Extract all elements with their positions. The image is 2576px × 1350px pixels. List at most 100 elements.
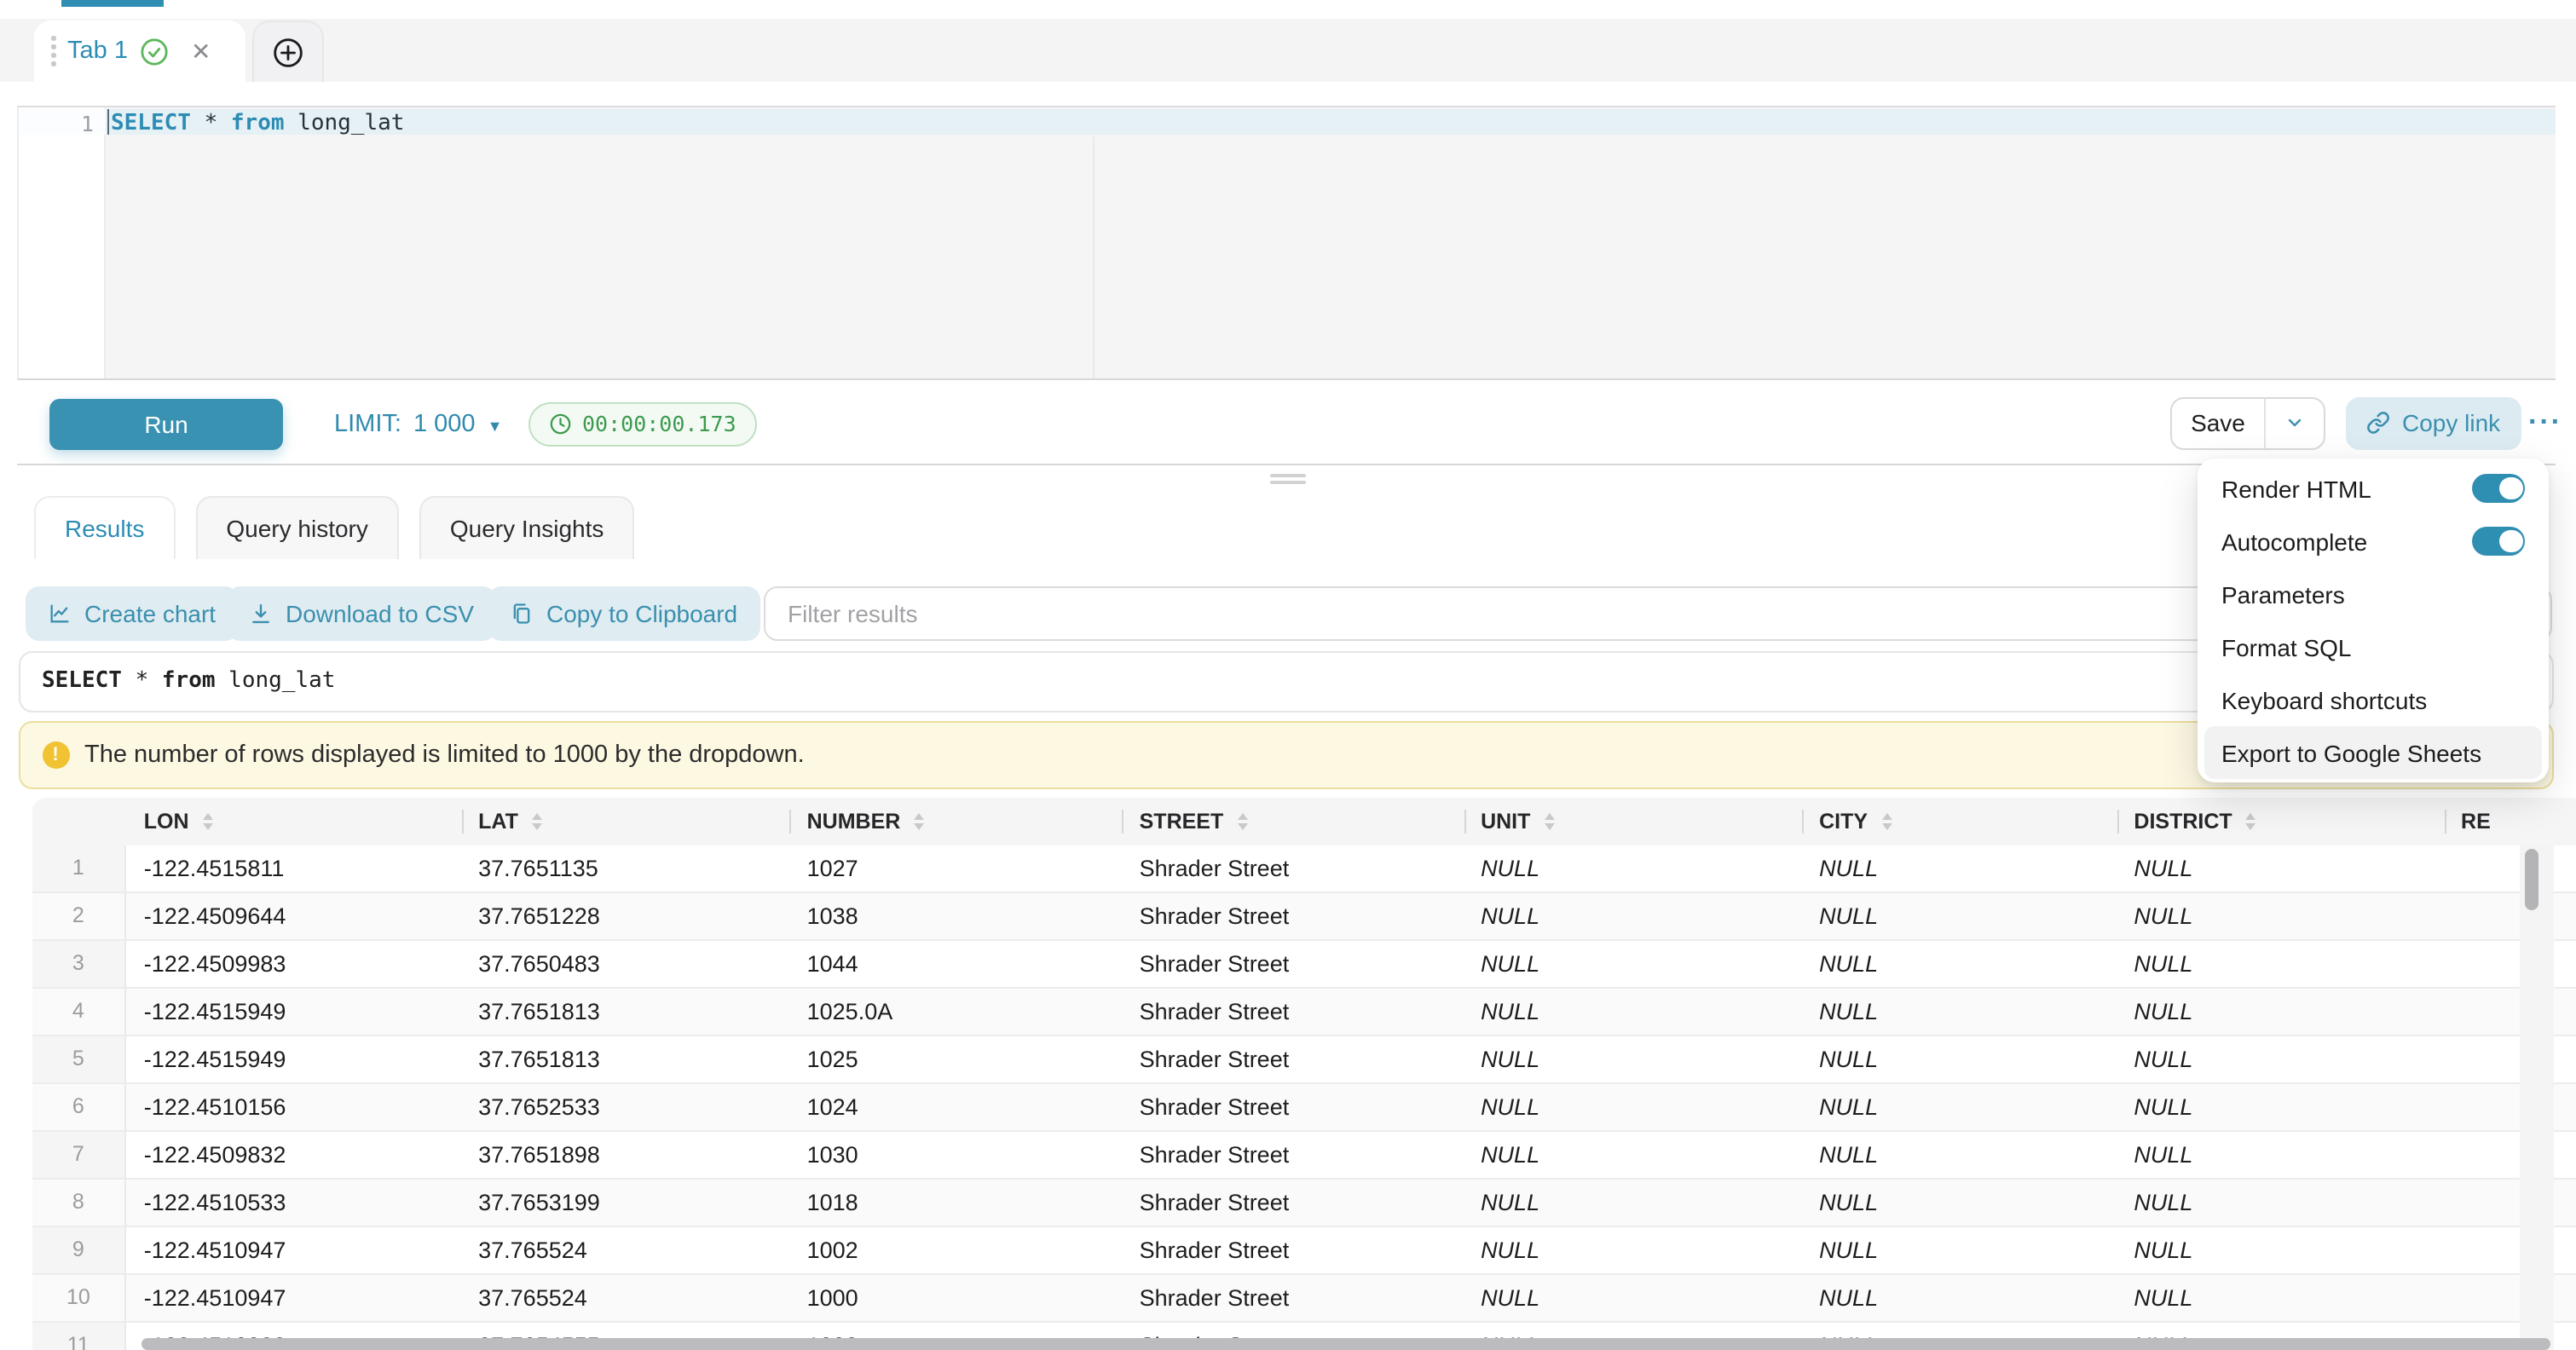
menu-item-format-sql[interactable]: Format SQL [2204, 620, 2542, 673]
table-cell: NULL [1802, 1131, 2117, 1179]
menu-item-keyboard-shortcuts[interactable]: Keyboard shortcuts [2204, 673, 2542, 726]
more-options-button[interactable]: ··· [2518, 396, 2573, 449]
table-cell: -122.4509983 [127, 940, 461, 988]
table-cell: Shrader Street [1123, 892, 1464, 940]
save-button[interactable]: Save [2172, 398, 2266, 447]
query-tab[interactable]: Tab 1 ✕ [34, 20, 245, 82]
tab-query-insights[interactable]: Query Insights [419, 495, 635, 558]
menu-item-render-html[interactable]: Render HTML [2204, 462, 2542, 515]
table-row: 10-122.451094737.7655241000Shrader Stree… [32, 1274, 2576, 1322]
menu-item-label: Format SQL [2221, 633, 2352, 661]
column-header-lat[interactable]: LAT [461, 797, 790, 845]
copy-link-button[interactable]: Copy link [2346, 396, 2521, 449]
sort-icon[interactable] [2246, 812, 2256, 829]
table-cell: NULL [1802, 1083, 2117, 1131]
table-row: 9-122.451094737.7655241002Shrader Street… [32, 1226, 2576, 1274]
sort-icon[interactable] [1881, 812, 1892, 829]
sort-icon[interactable] [203, 812, 213, 829]
column-header-lon[interactable]: LON [127, 797, 461, 845]
table-cell: NULL [1802, 1226, 2117, 1274]
table-cell: NULL [2117, 940, 2444, 988]
table-cell: 1027 [790, 845, 1123, 892]
table-cell: NULL [2117, 1179, 2444, 1226]
vertical-scrollbar[interactable] [2520, 845, 2554, 1350]
column-header-re[interactable]: RE [2444, 797, 2576, 845]
table-cell [2444, 1226, 2576, 1274]
column-label: LAT [478, 809, 518, 833]
column-label: NUMBER [807, 809, 901, 833]
toggle-switch[interactable] [2472, 528, 2525, 556]
sort-icon[interactable] [1544, 812, 1554, 829]
row-number: 2 [32, 892, 127, 940]
horizontal-scrollbar-thumb[interactable] [141, 1338, 2550, 1350]
chevron-down-icon [2284, 412, 2305, 433]
query-timer-badge: 00:00:00.173 [528, 401, 757, 446]
table-cell: NULL [2117, 845, 2444, 892]
sql-identifier: long_lat [216, 668, 336, 694]
timer-value: 00:00:00.173 [582, 411, 736, 436]
column-header-number[interactable]: NUMBER [790, 797, 1123, 845]
tab-query-history[interactable]: Query history [195, 495, 399, 558]
warning-icon: ! [42, 741, 69, 768]
menu-item-label: Autocomplete [2221, 528, 2367, 555]
menu-item-label: Render HTML [2221, 475, 2371, 502]
tab-results[interactable]: Results [34, 495, 175, 558]
table-cell: -122.4515949 [127, 988, 461, 1036]
vertical-scrollbar-thumb[interactable] [2525, 849, 2538, 910]
table-cell: 37.7651898 [461, 1131, 790, 1179]
chevron-down-icon: ▼ [488, 417, 503, 434]
tab-label: Tab 1 [67, 38, 128, 65]
table-cell: 37.765524 [461, 1274, 790, 1322]
menu-item-export-to-google-sheets[interactable]: Export to Google Sheets [2204, 726, 2542, 779]
table-cell: NULL [1464, 1131, 1802, 1179]
row-limit-warning-banner: ! The number of rows displayed is limite… [18, 720, 2553, 788]
toggle-switch[interactable] [2472, 475, 2525, 503]
table-row: 6-122.451015637.76525331024Shrader Stree… [32, 1083, 2576, 1131]
editor-active-line [106, 108, 2556, 135]
create-chart-button[interactable]: Create chart [25, 586, 238, 640]
editor-caret [107, 108, 108, 135]
table-cell: 1024 [790, 1083, 1123, 1131]
column-header-district[interactable]: DISTRICT [2117, 797, 2444, 845]
table-cell: NULL [1464, 1179, 1802, 1226]
editor-gutter [19, 107, 106, 378]
tab-drag-handle-icon[interactable] [51, 37, 55, 66]
table-cell [2444, 1036, 2576, 1083]
menu-item-autocomplete[interactable]: Autocomplete [2204, 515, 2542, 568]
editor-ruler [1093, 136, 1095, 378]
sql-keyword: SELECT [42, 668, 122, 694]
column-label: LON [144, 809, 189, 833]
copy-to-clipboard-button[interactable]: Copy to Clipboard [487, 586, 760, 640]
add-tab-button[interactable] [252, 20, 324, 82]
table-cell: NULL [1464, 845, 1802, 892]
run-button[interactable]: Run [49, 398, 283, 449]
download-csv-button[interactable]: Download to CSV [226, 586, 496, 640]
link-icon [2366, 411, 2390, 435]
column-header-street[interactable]: STREET [1123, 797, 1464, 845]
clipboard-icon [509, 602, 533, 626]
column-label: STREET [1140, 809, 1224, 833]
menu-item-parameters[interactable]: Parameters [2204, 568, 2542, 620]
table-row: 7-122.450983237.76518981030Shrader Stree… [32, 1131, 2576, 1179]
limit-dropdown[interactable]: LIMIT: 1 000 ▼ [334, 398, 502, 449]
table-cell: NULL [1464, 988, 1802, 1036]
table-cell: -122.4510947 [127, 1274, 461, 1322]
close-tab-icon[interactable]: ✕ [191, 37, 211, 66]
sort-icon[interactable] [914, 812, 924, 829]
clock-icon [549, 412, 572, 436]
row-number: 3 [32, 940, 127, 988]
column-header-unit[interactable]: UNIT [1464, 797, 1802, 845]
save-options-button[interactable] [2266, 398, 2324, 447]
top-accent-bar [61, 0, 164, 6]
table-cell: -122.4509832 [127, 1131, 461, 1179]
table-cell [2444, 1179, 2576, 1226]
pane-resize-handle[interactable] [1270, 474, 1306, 486]
sort-icon[interactable] [1237, 812, 1247, 829]
sql-editor[interactable]: 1 SELECT * from long_lat [17, 105, 2556, 379]
column-label: RE [2461, 809, 2491, 833]
row-number: 6 [32, 1083, 127, 1131]
sort-icon[interactable] [532, 812, 542, 829]
table-cell [2444, 988, 2576, 1036]
table-cell: NULL [2117, 1131, 2444, 1179]
column-header-city[interactable]: CITY [1802, 797, 2117, 845]
